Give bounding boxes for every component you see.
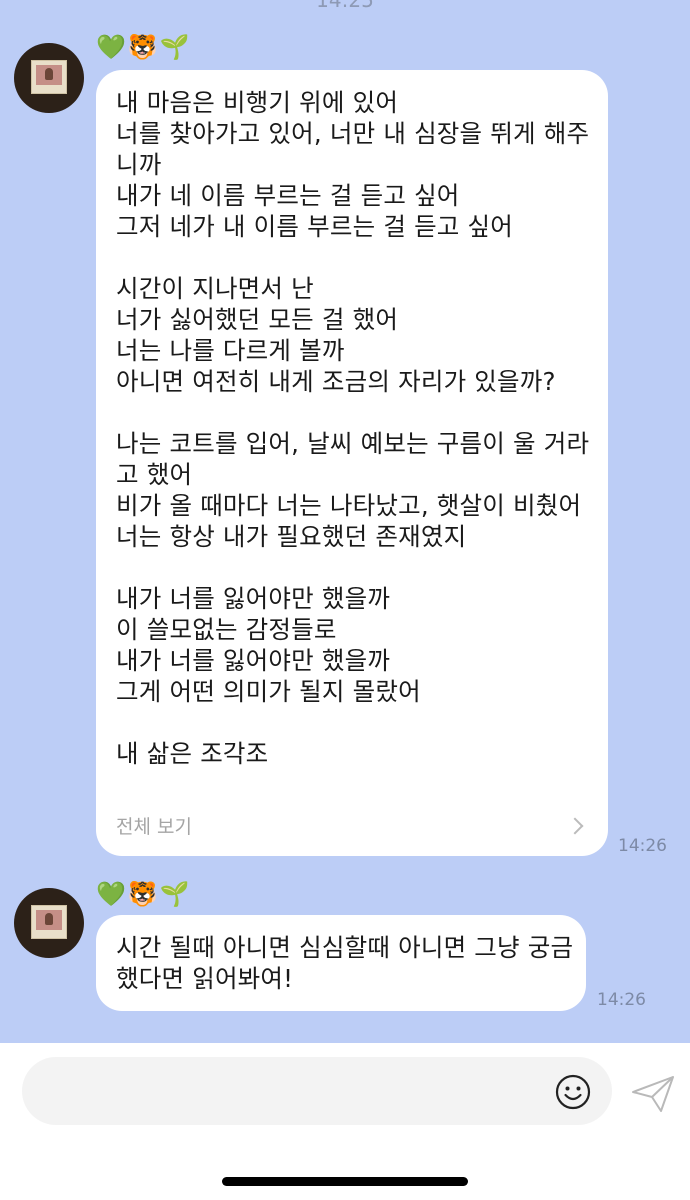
see-all-link[interactable]: 전체 보기 (116, 812, 192, 839)
home-indicator (222, 1177, 468, 1186)
chevron-right-icon[interactable] (566, 817, 584, 835)
avatar-photo (31, 60, 67, 94)
message-time: 14:26 (618, 836, 667, 856)
message-bubble[interactable]: 시간 될때 아니면 심심할때 아니면 그냥 궁금 했다면 읽어봐여! (96, 915, 586, 1011)
sender-name: 💚🐯🌱 (96, 33, 192, 61)
chat-area: 14:25 💚🐯🌱 내 마음은 비행기 위에 있어 너를 찾아가고 있어, 너만… (0, 0, 690, 1043)
sender-name: 💚🐯🌱 (96, 880, 192, 908)
avatar[interactable] (14, 888, 84, 958)
avatar-photo (31, 905, 67, 939)
avatar[interactable] (14, 43, 84, 113)
send-icon[interactable] (630, 1074, 676, 1114)
smile-icon[interactable] (554, 1073, 592, 1111)
message-bubble[interactable]: 내 마음은 비행기 위에 있어 너를 찾아가고 있어, 너만 내 심장을 뛰게 … (96, 70, 608, 856)
message-time: 14:26 (597, 990, 646, 1010)
input-bar (0, 1043, 690, 1200)
date-time-divider: 14:25 (316, 0, 374, 12)
message-input[interactable] (22, 1057, 612, 1125)
message-text: 시간 될때 아니면 심심할때 아니면 그냥 궁금 했다면 읽어봐여! (116, 933, 574, 993)
message-text: 내 마음은 비행기 위에 있어 너를 찾아가고 있어, 너만 내 심장을 뛰게 … (116, 88, 590, 768)
